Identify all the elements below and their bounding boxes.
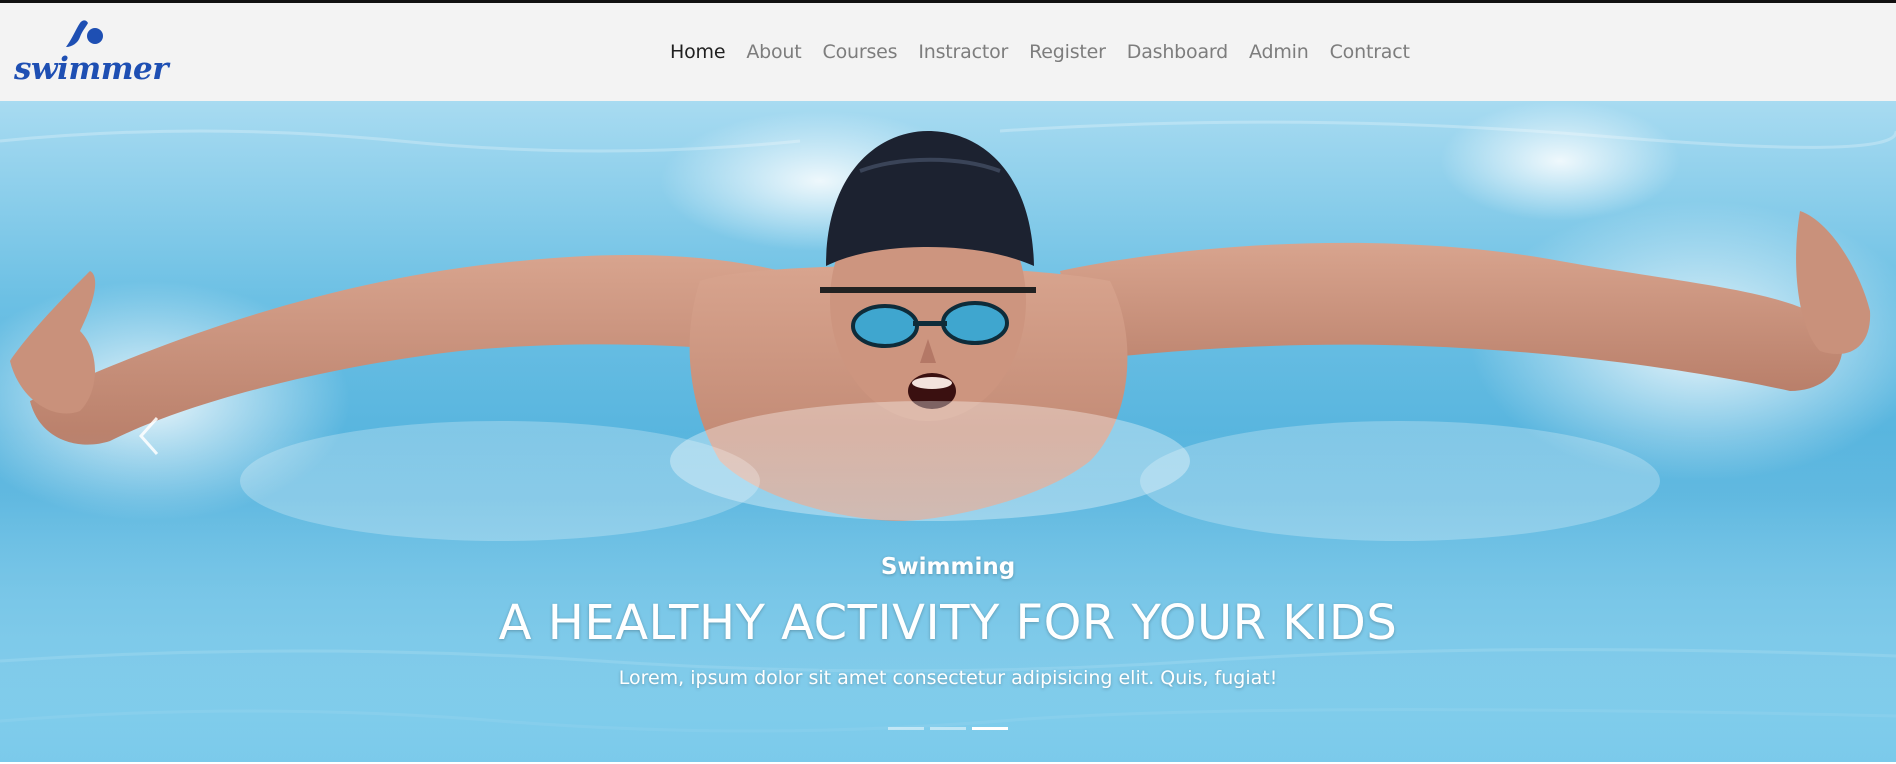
nav-link-dashboard[interactable]: Dashboard bbox=[1127, 41, 1228, 63]
hero-subtitle: Swimming bbox=[880, 554, 1016, 580]
nav-link-home[interactable]: Home bbox=[670, 41, 726, 63]
hero-title: A HEALTHY ACTIVITY FOR YOUR KIDS bbox=[498, 595, 1398, 651]
carousel-indicator-2[interactable] bbox=[930, 727, 966, 730]
carousel-prev-button[interactable] bbox=[120, 401, 180, 471]
nav-link-contract[interactable]: Contract bbox=[1330, 41, 1410, 63]
swimmer-logo-icon bbox=[66, 20, 103, 47]
brand-name: swimmer bbox=[14, 51, 169, 87]
hero-carousel: Swimming A HEALTHY ACTIVITY FOR YOUR KID… bbox=[0, 101, 1896, 762]
carousel-indicator-1[interactable] bbox=[888, 727, 924, 730]
nav-link-courses[interactable]: Courses bbox=[823, 41, 898, 63]
hero-image bbox=[0, 101, 1896, 762]
carousel-indicator-3[interactable] bbox=[972, 727, 1008, 730]
nav-link-admin[interactable]: Admin bbox=[1249, 41, 1309, 63]
main-nav: Home About Courses Instractor Register D… bbox=[670, 3, 1431, 101]
hero-text: Lorem, ipsum dolor sit amet consectetur … bbox=[618, 667, 1278, 689]
navbar: swimmer Home About Courses Instractor Re… bbox=[0, 3, 1896, 101]
carousel-indicators bbox=[888, 727, 1014, 730]
nav-link-register[interactable]: Register bbox=[1029, 41, 1106, 63]
chevron-left-icon bbox=[138, 417, 159, 455]
brand-logo[interactable]: swimmer bbox=[12, 17, 169, 93]
nav-link-instructor[interactable]: Instractor bbox=[918, 41, 1008, 63]
nav-link-about[interactable]: About bbox=[746, 41, 801, 63]
